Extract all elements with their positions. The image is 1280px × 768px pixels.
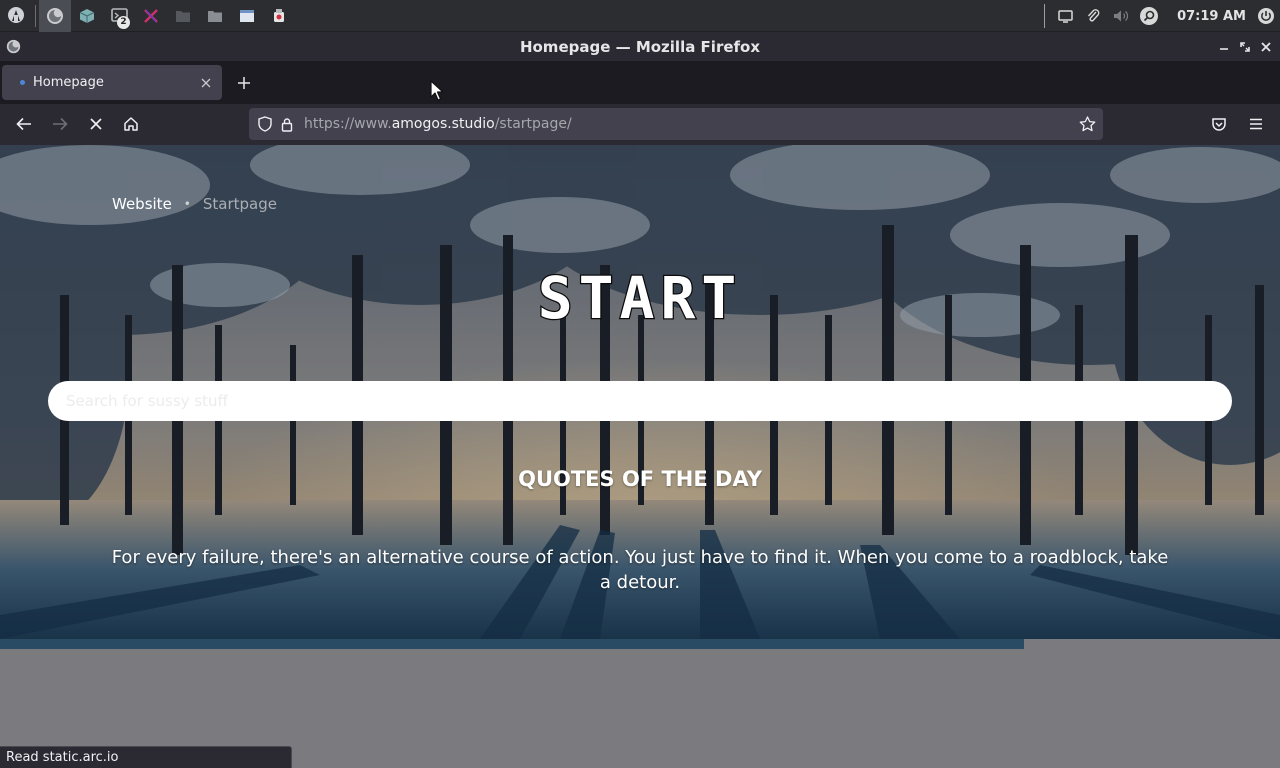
window-controls [1213, 32, 1276, 61]
quotes-heading: QUOTES OF THE DAY [518, 467, 762, 491]
url-prefix: https://www. [304, 116, 392, 132]
firefox-icon [47, 7, 63, 24]
url-path: /startpage/ [494, 116, 572, 132]
url-domain: amogos.studio [391, 116, 495, 132]
home-icon [124, 117, 138, 131]
status-bar: Read static.arc.io [0, 746, 292, 768]
breadcrumb: Website • Startpage [112, 195, 277, 213]
search-icon[interactable] [1135, 0, 1163, 32]
package-icon [79, 8, 95, 23]
forward-button[interactable] [45, 109, 75, 139]
power-icon[interactable] [1252, 0, 1280, 32]
window-titlebar[interactable]: Homepage — Mozilla Firefox [0, 32, 1280, 61]
taskbar-usb-button[interactable] [263, 0, 295, 32]
xfig-icon [144, 8, 158, 23]
hero-section: Website • Startpage START QUOTES OF THE … [0, 145, 1280, 639]
plus-icon [238, 77, 250, 89]
breadcrumb-separator: • [183, 197, 191, 211]
close-window-icon[interactable] [1255, 36, 1276, 57]
breadcrumb-website-link[interactable]: Website [112, 195, 172, 213]
taskbar-firefox-button[interactable] [39, 0, 71, 32]
clock[interactable]: 07:19 AM [1177, 9, 1246, 24]
url-bar[interactable]: https://www.amogos.studio/startpage/ [249, 108, 1103, 140]
breadcrumb-current: Startpage [202, 195, 277, 213]
navigation-toolbar: https://www.amogos.studio/startpage/ [0, 104, 1280, 145]
taskbar-xfig-button[interactable] [135, 0, 167, 32]
system-tray: 07:19 AM [1044, 0, 1280, 32]
terminal-badge: 2 [117, 15, 130, 29]
tab-loading-icon [20, 80, 25, 85]
shield-icon[interactable] [254, 113, 276, 135]
forward-arrow-icon [53, 117, 68, 131]
new-tab-button[interactable] [230, 69, 258, 97]
home-button[interactable] [116, 109, 146, 139]
pocket-button[interactable] [1204, 109, 1234, 139]
screen-icon[interactable] [1051, 0, 1079, 32]
page-load-progress [0, 639, 1280, 649]
lock-icon[interactable] [276, 113, 298, 135]
start-logo: START [536, 265, 743, 333]
folder-icon [208, 10, 222, 22]
tab-label: Homepage [33, 75, 104, 90]
taskbar-folder-dark-button[interactable] [167, 0, 199, 32]
hamburger-menu-icon [1250, 118, 1262, 130]
app-menu-icon[interactable] [0, 0, 32, 32]
taskbar-terminal-button[interactable]: 2 [103, 0, 135, 32]
page-load-progress-fill [0, 639, 1024, 649]
stop-icon [90, 118, 102, 130]
taskbar-folder-button[interactable] [199, 0, 231, 32]
taskbar-window-button[interactable] [231, 0, 263, 32]
tray-divider [1044, 4, 1046, 28]
window-icon [240, 9, 254, 22]
page-viewport: Website • Startpage START QUOTES OF THE … [0, 145, 1280, 768]
window-title: Homepage — Mozilla Firefox [519, 37, 761, 56]
minimize-icon[interactable] [1213, 36, 1234, 57]
start-logo-text: START [538, 265, 743, 332]
pocket-icon [1212, 117, 1226, 131]
folder-dark-icon [176, 10, 190, 22]
url-text[interactable]: https://www.amogos.studio/startpage/ [304, 116, 1076, 132]
quote-text: For every failure, there's an alternativ… [111, 547, 1169, 593]
search-input[interactable] [48, 381, 1232, 421]
tab-homepage[interactable]: Homepage [2, 65, 222, 100]
back-arrow-icon [16, 117, 31, 131]
app-menu-button[interactable] [1241, 109, 1271, 139]
paperclip-icon[interactable] [1079, 0, 1107, 32]
taskbar: 2 07:19 AM [0, 0, 1280, 32]
mouse-cursor-icon [430, 80, 444, 101]
taskbar-package-button[interactable] [71, 0, 103, 32]
back-button[interactable] [9, 109, 39, 139]
firefox-icon [6, 39, 21, 54]
usb-icon [274, 8, 284, 22]
bookmark-star-icon[interactable] [1076, 113, 1098, 135]
volume-icon[interactable] [1107, 0, 1135, 32]
tab-strip: Homepage [0, 61, 1280, 104]
stop-button[interactable] [81, 109, 111, 139]
taskbar-separator [35, 4, 36, 27]
maximize-icon[interactable] [1234, 36, 1255, 57]
tab-close-icon[interactable] [194, 71, 218, 95]
